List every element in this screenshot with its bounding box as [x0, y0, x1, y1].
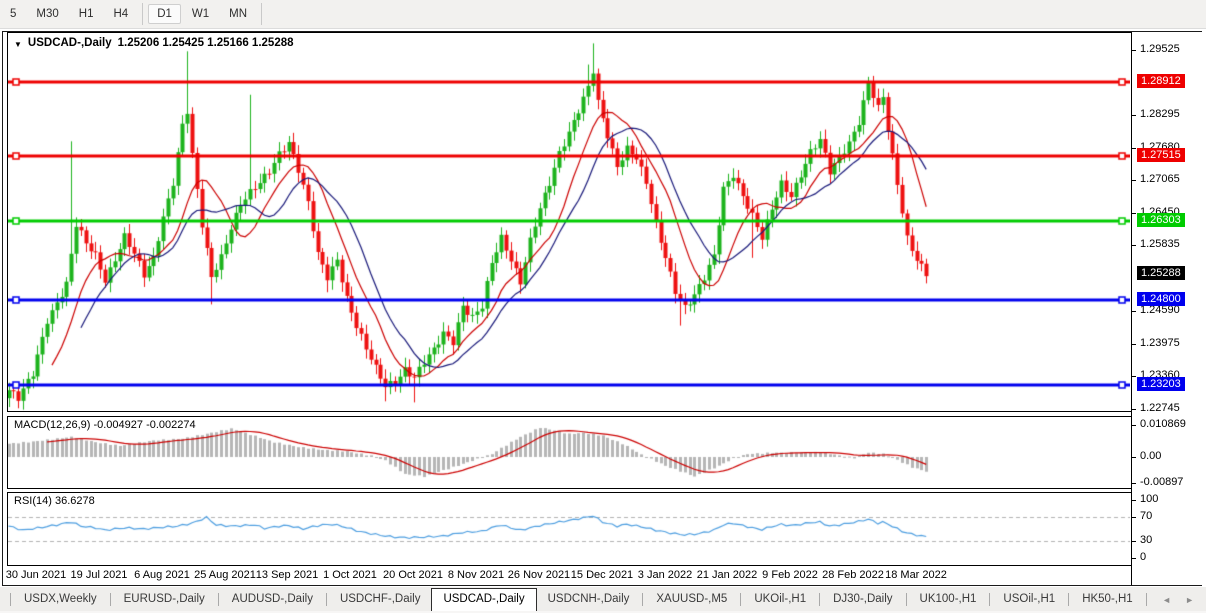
chart-tab-usdcad-daily[interactable]: USDCAD-,Daily	[431, 588, 537, 611]
macd-tick-label: 0.010869	[1140, 418, 1186, 430]
macd-tick-mark	[1132, 457, 1136, 458]
price-tick-mark	[1132, 376, 1136, 377]
timeframe-button-H1[interactable]: H1	[70, 4, 103, 24]
rsi-tick-label: 0	[1140, 551, 1147, 563]
chart-tab-eurusd-daily[interactable]: EURUSD-,Daily	[113, 590, 216, 609]
rsi-pane: RSI(14) 36.6278	[7, 492, 1131, 566]
macd-tick-label: -0.00897	[1140, 476, 1184, 488]
tab-separator	[1145, 593, 1147, 606]
symbol-dropdown-icon[interactable]: ▼	[14, 40, 22, 49]
tab-scroll-left-icon[interactable]: ◄	[1162, 595, 1171, 605]
price-tick-label: 1.22745	[1140, 402, 1180, 414]
tab-separator	[740, 593, 742, 606]
tab-separator	[642, 593, 644, 606]
rsi-chart-canvas[interactable]	[8, 493, 1130, 565]
price-tick-label: 1.25835	[1140, 238, 1180, 250]
timeframe-button-MN[interactable]: MN	[220, 4, 256, 24]
rsi-tick-mark	[1132, 517, 1136, 518]
chart-tab-xauusd-m5[interactable]: XAUUSD-,M5	[645, 590, 738, 609]
price-tick-mark	[1132, 245, 1136, 246]
date-axis: 30 Jun 2021 19 Jul 2021 6 Aug 2021 25 Aug 2…	[6, 567, 1131, 585]
tab-separator	[109, 593, 111, 606]
tab-scroll-arrows: ◄ ►	[1162, 595, 1194, 605]
price-level-label: 1.26303	[1137, 213, 1185, 227]
chart-symbol-label: USDCAD-,Daily	[27, 37, 112, 49]
timeframe-button-W1[interactable]: W1	[183, 4, 218, 24]
price-level-label: 1.28912	[1137, 74, 1185, 88]
macd-pane: MACD(12,26,9) -0.004927 -0.002274	[7, 416, 1131, 489]
price-tick-label: 1.29525	[1140, 43, 1180, 55]
macd-tick-label: 0.00	[1140, 450, 1162, 462]
price-tick-mark	[1132, 409, 1136, 410]
price-chart-canvas[interactable]	[8, 33, 1130, 411]
chart-tab-uk100-h1[interactable]: UK100-,H1	[909, 590, 988, 609]
current-price-label: 1.25288	[1137, 266, 1185, 280]
macd-tick-mark	[1132, 425, 1136, 426]
price-tick-mark	[1132, 344, 1136, 345]
price-tick-mark	[1132, 311, 1136, 312]
rsi-tick-mark	[1132, 500, 1136, 501]
chart-tab-usdcnh-daily[interactable]: USDCNH-,Daily	[537, 590, 641, 609]
chart-tab-usdchf-daily[interactable]: USDCHF-,Daily	[329, 590, 432, 609]
price-tick-label: 1.27065	[1140, 173, 1180, 185]
price-level-label: 1.23203	[1137, 377, 1185, 391]
price-tick-mark	[1132, 213, 1136, 214]
rsi-tick-label: 30	[1140, 534, 1153, 546]
tab-separator	[989, 593, 991, 606]
timeframe-toolbar: 5 M30 H1 H4 D1 W1 MN	[0, 0, 1206, 29]
price-tick-mark	[1132, 115, 1136, 116]
price-level-label: 1.27515	[1137, 148, 1185, 162]
chart-window: ▼ USDCAD-,Daily 1.25206 1.25425 1.25166 …	[2, 31, 1202, 586]
tab-separator	[217, 593, 219, 606]
chart-tab-ukoil-h1[interactable]: UKOil-,H1	[743, 590, 817, 609]
macd-indicator-label: MACD(12,26,9) -0.004927 -0.002274	[14, 419, 196, 431]
price-pane: ▼ USDCAD-,Daily 1.25206 1.25425 1.25166 …	[7, 32, 1131, 412]
rsi-tick-label: 100	[1140, 493, 1159, 505]
price-level-label: 1.24800	[1137, 292, 1185, 306]
chart-tab-dj30-daily[interactable]: DJ30-,Daily	[822, 590, 903, 609]
macd-tick-mark	[1132, 483, 1136, 484]
price-tick-mark	[1132, 50, 1136, 51]
timeframe-button-5[interactable]: 5	[1, 4, 25, 24]
price-tick-mark	[1132, 148, 1136, 149]
date-tick-label: 18 Mar 2022	[885, 569, 947, 581]
chart-tab-bar: USDX,Weekly EURUSD-,Daily AUDUSD-,Daily USD…	[0, 587, 1206, 613]
tab-separator	[325, 593, 327, 606]
toolbar-separator	[142, 3, 144, 25]
tab-separator	[905, 593, 907, 606]
chart-tab-hk50-h1[interactable]: HK50-,H1	[1071, 590, 1144, 609]
rsi-tick-mark	[1132, 558, 1136, 559]
price-tick-label: 1.23975	[1140, 337, 1180, 349]
timeframe-button-M30[interactable]: M30	[27, 4, 67, 24]
chart-tab-usoil-h1[interactable]: USOil-,H1	[992, 590, 1066, 609]
tab-separator	[1068, 593, 1070, 606]
timeframe-button-D1[interactable]: D1	[148, 4, 181, 24]
chart-tab-audusd-daily[interactable]: AUDUSD-,Daily	[221, 590, 324, 609]
price-axis: 1.29525 1.28295 1.27680 1.27065 1.26450 1.258…	[1131, 32, 1202, 585]
rsi-indicator-label: RSI(14) 36.6278	[14, 495, 95, 507]
tab-scroll-right-icon[interactable]: ►	[1185, 595, 1194, 605]
price-tick-mark	[1132, 180, 1136, 181]
rsi-tick-label: 70	[1140, 510, 1153, 522]
price-tick-label: 1.28295	[1140, 108, 1180, 120]
tab-separator	[10, 593, 11, 606]
timeframe-button-H4[interactable]: H4	[104, 4, 137, 24]
toolbar-separator	[261, 3, 263, 25]
chart-title: ▼ USDCAD-,Daily 1.25206 1.25425 1.25166 …	[14, 37, 294, 49]
rsi-tick-mark	[1132, 541, 1136, 542]
tab-separator	[819, 593, 821, 606]
chart-ohlc-values: 1.25206 1.25425 1.25166 1.25288	[117, 37, 294, 49]
chart-tab-usdx-weekly[interactable]: USDX,Weekly	[13, 590, 108, 609]
